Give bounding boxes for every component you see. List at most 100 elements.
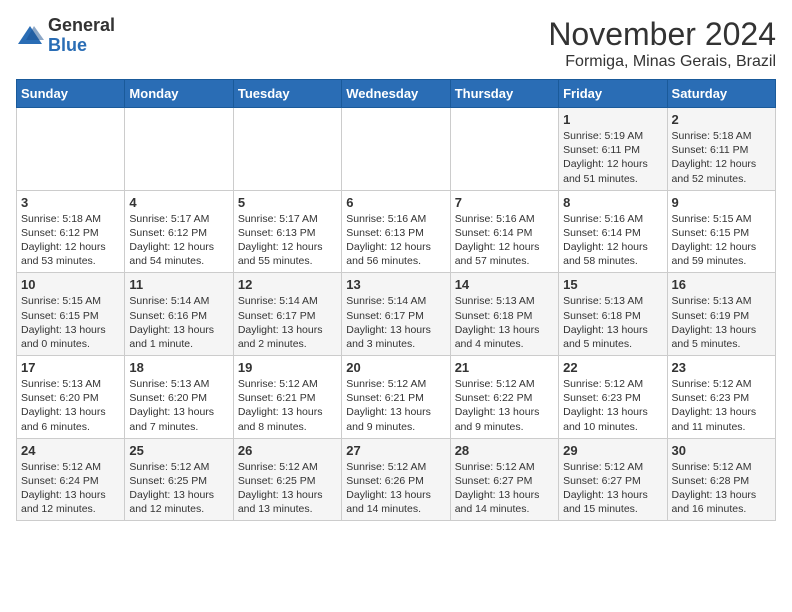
calendar-cell: 27 Sunrise: 5:12 AM Sunset: 6:26 PM Dayli… (342, 438, 450, 521)
header: General Blue November 2024 Formiga, Mina… (16, 16, 776, 71)
day-number: 9 (672, 195, 771, 210)
calendar-cell: 16 Sunrise: 5:13 AM Sunset: 6:19 PM Dayli… (667, 273, 775, 356)
day-number: 28 (455, 443, 554, 458)
day-number: 1 (563, 112, 662, 127)
calendar-cell: 29Sunrise: 5:12 AM Sunset: 6:27 PM Dayli… (559, 438, 667, 521)
day-number: 16 (672, 277, 771, 292)
calendar-cell: 3 Sunrise: 5:18 AM Sunset: 6:12 PM Daylig… (17, 190, 125, 273)
weekday-header-tuesday: Tuesday (233, 80, 341, 108)
calendar-cell: 20 Sunrise: 5:12 AM Sunset: 6:21 PM Dayli… (342, 356, 450, 439)
day-info: Sunrise: 5:14 AM Sunset: 6:16 PM Dayligh… (129, 294, 228, 351)
day-info: Sunrise: 5:12 AM Sunset: 6:25 PM Dayligh… (238, 460, 337, 517)
calendar-cell: 15 Sunrise: 5:13 AM Sunset: 6:18 PM Dayli… (559, 273, 667, 356)
day-info: Sunrise: 5:12 AM Sunset: 6:27 PM Dayligh… (563, 460, 662, 517)
day-info: Sunrise: 5:13 AM Sunset: 6:18 PM Dayligh… (563, 294, 662, 351)
day-info: Sunrise: 5:12 AM Sunset: 6:28 PM Dayligh… (672, 460, 771, 517)
day-number: 4 (129, 195, 228, 210)
day-info: Sunrise: 5:13 AM Sunset: 6:20 PM Dayligh… (21, 377, 120, 434)
calendar-cell: 26 Sunrise: 5:12 AM Sunset: 6:25 PM Dayli… (233, 438, 341, 521)
calendar-cell: 11Sunrise: 5:14 AM Sunset: 6:16 PM Dayli… (125, 273, 233, 356)
calendar-week-row: 24 Sunrise: 5:12 AM Sunset: 6:24 PM Dayli… (17, 438, 776, 521)
day-info: Sunrise: 5:13 AM Sunset: 6:18 PM Dayligh… (455, 294, 554, 351)
weekday-header-thursday: Thursday (450, 80, 558, 108)
calendar-cell: 5 Sunrise: 5:17 AM Sunset: 6:13 PM Daylig… (233, 190, 341, 273)
calendar-cell: 28 Sunrise: 5:12 AM Sunset: 6:27 PM Dayli… (450, 438, 558, 521)
calendar-cell: 24 Sunrise: 5:12 AM Sunset: 6:24 PM Dayli… (17, 438, 125, 521)
day-number: 20 (346, 360, 445, 375)
day-info: Sunrise: 5:12 AM Sunset: 6:21 PM Dayligh… (346, 377, 445, 434)
calendar-cell: 22Sunrise: 5:12 AM Sunset: 6:23 PM Dayli… (559, 356, 667, 439)
day-info: Sunrise: 5:14 AM Sunset: 6:17 PM Dayligh… (238, 294, 337, 351)
day-info: Sunrise: 5:16 AM Sunset: 6:13 PM Dayligh… (346, 212, 445, 269)
location-title: Formiga, Minas Gerais, Brazil (548, 53, 776, 71)
day-info: Sunrise: 5:15 AM Sunset: 6:15 PM Dayligh… (21, 294, 120, 351)
calendar-cell: 25Sunrise: 5:12 AM Sunset: 6:25 PM Dayli… (125, 438, 233, 521)
calendar-table: SundayMondayTuesdayWednesdayThursdayFrid… (16, 79, 776, 521)
day-info: Sunrise: 5:13 AM Sunset: 6:19 PM Dayligh… (672, 294, 771, 351)
day-number: 6 (346, 195, 445, 210)
day-number: 14 (455, 277, 554, 292)
day-number: 5 (238, 195, 337, 210)
title-area: November 2024 Formiga, Minas Gerais, Bra… (548, 16, 776, 71)
day-number: 26 (238, 443, 337, 458)
calendar-cell (125, 108, 233, 191)
day-info: Sunrise: 5:14 AM Sunset: 6:17 PM Dayligh… (346, 294, 445, 351)
calendar-cell: 4Sunrise: 5:17 AM Sunset: 6:12 PM Daylig… (125, 190, 233, 273)
logo-icon (16, 22, 44, 50)
calendar-cell: 1 Sunrise: 5:19 AM Sunset: 6:11 PM Daylig… (559, 108, 667, 191)
day-info: Sunrise: 5:12 AM Sunset: 6:27 PM Dayligh… (455, 460, 554, 517)
calendar-cell: 6 Sunrise: 5:16 AM Sunset: 6:13 PM Daylig… (342, 190, 450, 273)
day-info: Sunrise: 5:17 AM Sunset: 6:13 PM Dayligh… (238, 212, 337, 269)
calendar-week-row: 17 Sunrise: 5:13 AM Sunset: 6:20 PM Dayli… (17, 356, 776, 439)
day-number: 15 (563, 277, 662, 292)
calendar-cell: 14 Sunrise: 5:13 AM Sunset: 6:18 PM Dayli… (450, 273, 558, 356)
day-number: 30 (672, 443, 771, 458)
day-number: 23 (672, 360, 771, 375)
calendar-cell (17, 108, 125, 191)
calendar-body: 1 Sunrise: 5:19 AM Sunset: 6:11 PM Daylig… (17, 108, 776, 521)
day-number: 21 (455, 360, 554, 375)
calendar-week-row: 10 Sunrise: 5:15 AM Sunset: 6:15 PM Dayli… (17, 273, 776, 356)
day-info: Sunrise: 5:12 AM Sunset: 6:21 PM Dayligh… (238, 377, 337, 434)
day-number: 24 (21, 443, 120, 458)
calendar-cell (450, 108, 558, 191)
calendar-header: SundayMondayTuesdayWednesdayThursdayFrid… (17, 80, 776, 108)
day-info: Sunrise: 5:12 AM Sunset: 6:23 PM Dayligh… (563, 377, 662, 434)
logo-text: General Blue (48, 16, 115, 56)
calendar-cell: 18Sunrise: 5:13 AM Sunset: 6:20 PM Dayli… (125, 356, 233, 439)
weekday-header-saturday: Saturday (667, 80, 775, 108)
day-info: Sunrise: 5:12 AM Sunset: 6:23 PM Dayligh… (672, 377, 771, 434)
day-number: 3 (21, 195, 120, 210)
weekday-header-friday: Friday (559, 80, 667, 108)
day-info: Sunrise: 5:19 AM Sunset: 6:11 PM Dayligh… (563, 129, 662, 186)
day-number: 8 (563, 195, 662, 210)
day-number: 2 (672, 112, 771, 127)
calendar-week-row: 1 Sunrise: 5:19 AM Sunset: 6:11 PM Daylig… (17, 108, 776, 191)
calendar-cell: 23 Sunrise: 5:12 AM Sunset: 6:23 PM Dayli… (667, 356, 775, 439)
day-info: Sunrise: 5:12 AM Sunset: 6:26 PM Dayligh… (346, 460, 445, 517)
calendar-cell (342, 108, 450, 191)
calendar-cell: 8 Sunrise: 5:16 AM Sunset: 6:14 PM Daylig… (559, 190, 667, 273)
calendar-cell: 21Sunrise: 5:12 AM Sunset: 6:22 PM Dayli… (450, 356, 558, 439)
calendar-cell: 2 Sunrise: 5:18 AM Sunset: 6:11 PM Daylig… (667, 108, 775, 191)
day-info: Sunrise: 5:16 AM Sunset: 6:14 PM Dayligh… (455, 212, 554, 269)
calendar-week-row: 3 Sunrise: 5:18 AM Sunset: 6:12 PM Daylig… (17, 190, 776, 273)
day-number: 10 (21, 277, 120, 292)
calendar-cell: 9Sunrise: 5:15 AM Sunset: 6:15 PM Daylig… (667, 190, 775, 273)
calendar-cell: 13 Sunrise: 5:14 AM Sunset: 6:17 PM Dayli… (342, 273, 450, 356)
calendar-cell: 17 Sunrise: 5:13 AM Sunset: 6:20 PM Dayli… (17, 356, 125, 439)
day-info: Sunrise: 5:18 AM Sunset: 6:11 PM Dayligh… (672, 129, 771, 186)
day-number: 27 (346, 443, 445, 458)
day-number: 25 (129, 443, 228, 458)
day-number: 17 (21, 360, 120, 375)
calendar-cell: 12 Sunrise: 5:14 AM Sunset: 6:17 PM Dayli… (233, 273, 341, 356)
day-number: 18 (129, 360, 228, 375)
day-number: 12 (238, 277, 337, 292)
day-info: Sunrise: 5:18 AM Sunset: 6:12 PM Dayligh… (21, 212, 120, 269)
month-title: November 2024 (548, 16, 776, 53)
day-info: Sunrise: 5:16 AM Sunset: 6:14 PM Dayligh… (563, 212, 662, 269)
day-number: 13 (346, 277, 445, 292)
day-number: 19 (238, 360, 337, 375)
calendar-cell: 7Sunrise: 5:16 AM Sunset: 6:14 PM Daylig… (450, 190, 558, 273)
day-info: Sunrise: 5:12 AM Sunset: 6:24 PM Dayligh… (21, 460, 120, 517)
